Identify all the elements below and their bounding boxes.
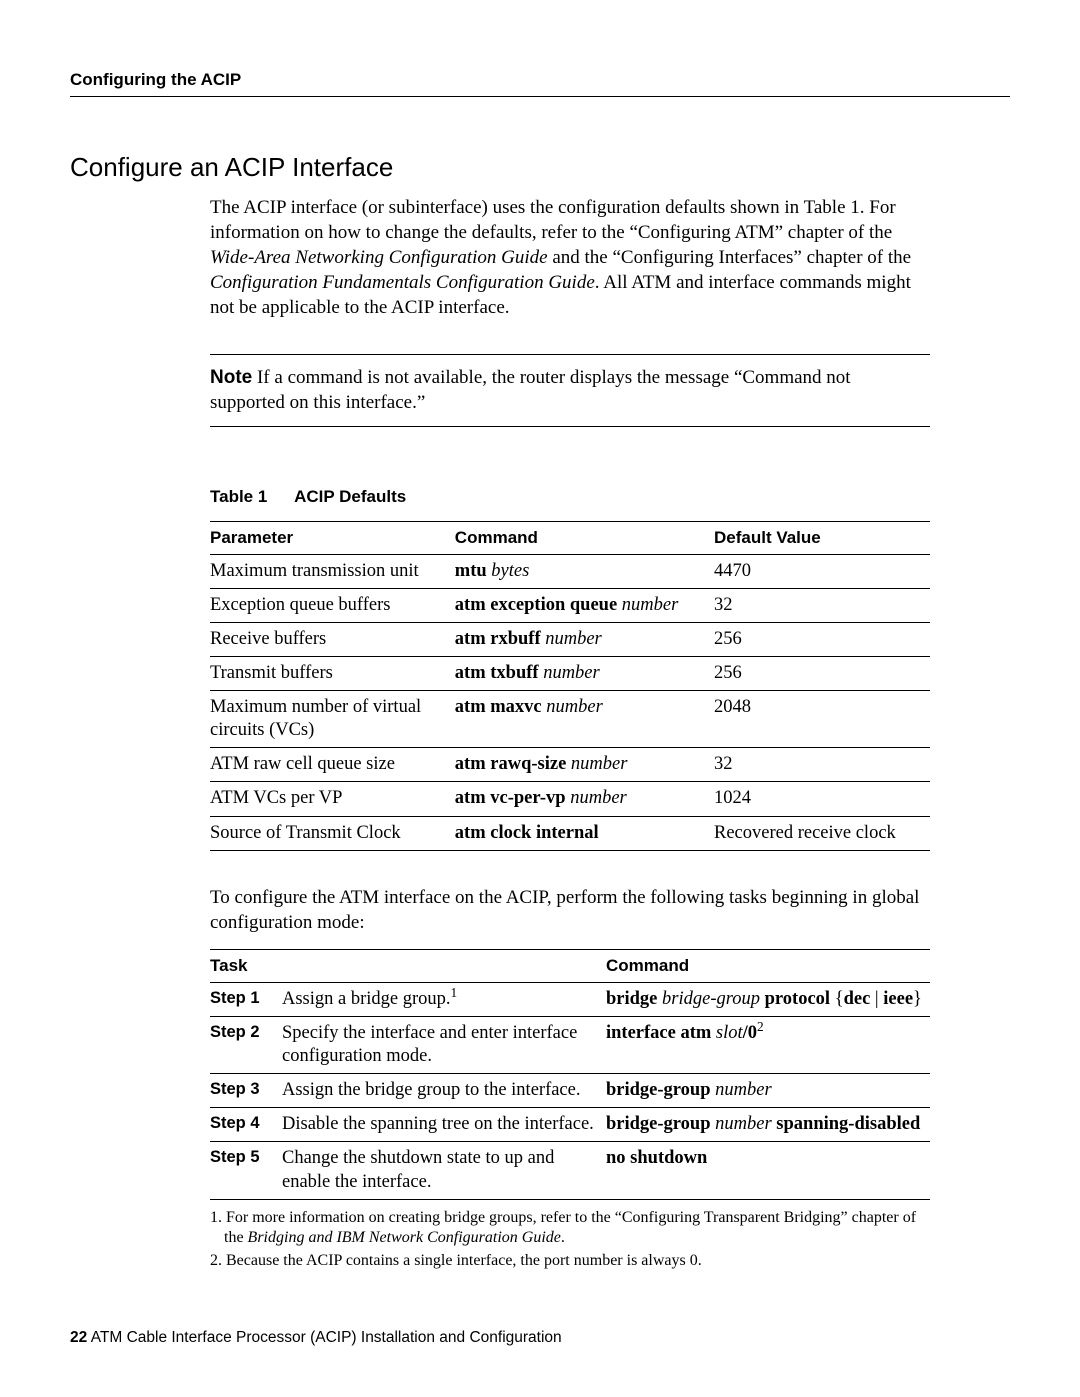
section-title: Configure an ACIP Interface [70, 152, 1010, 183]
table-row: Step 2Specify the interface and enter in… [210, 1016, 930, 1073]
table-row: Step 5Change the shutdown state to up an… [210, 1142, 930, 1199]
cell-default: Recovered receive clock [714, 816, 930, 850]
table-row: Step 1Assign a bridge group.1bridge brid… [210, 982, 930, 1016]
cell-parameter: Transmit buffers [210, 656, 455, 690]
note-text: If a command is not available, the route… [210, 367, 851, 413]
table-row: Transmit buffersatm txbuff number256 [210, 656, 930, 690]
table-row: Receive buffersatm rxbuff number256 [210, 622, 930, 656]
cell-command: atm clock internal [455, 816, 714, 850]
tasks-table: Task Command Step 1Assign a bridge group… [210, 949, 930, 1200]
cell-task-command: bridge bridge-group protocol {dec | ieee… [606, 982, 930, 1016]
table-row: Step 3Assign the bridge group to the int… [210, 1074, 930, 1108]
cell-parameter: Source of Transmit Clock [210, 816, 455, 850]
table1-caption-num: Table 1 [210, 487, 290, 507]
footnote-1-i: Bridging and IBM Network Configuration G… [248, 1229, 561, 1246]
cell-task: Disable the spanning tree on the interfa… [282, 1108, 606, 1142]
table-row: Maximum number of virtual circuits (VCs)… [210, 691, 930, 748]
cell-command: atm txbuff number [455, 656, 714, 690]
cell-task-command: bridge-group number spanning-disabled [606, 1108, 930, 1142]
cell-default: 256 [714, 656, 930, 690]
cell-default: 32 [714, 748, 930, 782]
cell-command: atm rawq-size number [455, 748, 714, 782]
intro-s1: The ACIP interface (or subinterface) use… [210, 197, 896, 243]
step-label: Step 1 [210, 982, 282, 1016]
step-label: Step 3 [210, 1074, 282, 1108]
cell-task: Assign the bridge group to the interface… [282, 1074, 606, 1108]
footer-title: ATM Cable Interface Processor (ACIP) Ins… [87, 1329, 561, 1346]
table-row: ATM raw cell queue sizeatm rawq-size num… [210, 748, 930, 782]
cell-default: 2048 [714, 691, 930, 748]
th-parameter: Parameter [210, 521, 455, 554]
th-task: Task [210, 949, 606, 982]
cell-parameter: ATM raw cell queue size [210, 748, 455, 782]
intro-i1: Wide-Area Networking Configuration Guide [210, 247, 548, 268]
cell-task: Specify the interface and enter interfac… [282, 1016, 606, 1073]
cell-parameter: ATM VCs per VP [210, 782, 455, 816]
step-label: Step 4 [210, 1108, 282, 1142]
table1-caption: Table 1 ACIP Defaults [210, 487, 930, 507]
step-label: Step 2 [210, 1016, 282, 1073]
table-row: Source of Transmit Clockatm clock intern… [210, 816, 930, 850]
cell-command: atm exception queue number [455, 588, 714, 622]
cell-default: 32 [714, 588, 930, 622]
page: Configuring the ACIP Configure an ACIP I… [0, 0, 1080, 1397]
th-default: Default Value [714, 521, 930, 554]
footnote-1: 1. For more information on creating brid… [210, 1208, 930, 1249]
intro-i2: Configuration Fundamentals Configuration… [210, 272, 595, 293]
cell-command: atm rxbuff number [455, 622, 714, 656]
table-row: ATM VCs per VPatm vc-per-vp number1024 [210, 782, 930, 816]
cell-command: atm maxvc number [455, 691, 714, 748]
cell-task-command: bridge-group number [606, 1074, 930, 1108]
cell-command: atm vc-per-vp number [455, 782, 714, 816]
footnote-2: 2. Because the ACIP contains a single in… [210, 1251, 930, 1271]
page-number: 22 [70, 1329, 87, 1346]
cell-task: Change the shutdown state to up and enab… [282, 1142, 606, 1199]
cell-task-command: interface atm slot/02 [606, 1016, 930, 1073]
cell-parameter: Exception queue buffers [210, 588, 455, 622]
cell-parameter: Receive buffers [210, 622, 455, 656]
table-row: Step 4Disable the spanning tree on the i… [210, 1108, 930, 1142]
intro-paragraph: The ACIP interface (or subinterface) use… [210, 195, 930, 320]
note-block: Note If a command is not available, the … [210, 354, 930, 426]
cell-parameter: Maximum transmission unit [210, 554, 455, 588]
note-label: Note [210, 367, 252, 388]
th-command: Command [455, 521, 714, 554]
step-label: Step 5 [210, 1142, 282, 1199]
footnote-1-post: . [561, 1229, 565, 1246]
table-row: Exception queue buffersatm exception que… [210, 588, 930, 622]
footnotes: 1. For more information on creating brid… [210, 1208, 930, 1271]
cell-parameter: Maximum number of virtual circuits (VCs) [210, 691, 455, 748]
running-head: Configuring the ACIP [70, 70, 1010, 97]
table-row: Maximum transmission unitmtu bytes4470 [210, 554, 930, 588]
th-task-command: Command [606, 949, 930, 982]
cell-default: 1024 [714, 782, 930, 816]
intro-s2: and the “Configuring Interfaces” chapter… [548, 247, 911, 268]
acip-defaults-table: Parameter Command Default Value Maximum … [210, 521, 930, 851]
cell-default: 256 [714, 622, 930, 656]
cell-task-command: no shutdown [606, 1142, 930, 1199]
cell-default: 4470 [714, 554, 930, 588]
table1-caption-title: ACIP Defaults [294, 487, 406, 506]
cell-command: mtu bytes [455, 554, 714, 588]
after-table-paragraph: To configure the ATM interface on the AC… [210, 885, 930, 935]
cell-task: Assign a bridge group.1 [282, 982, 606, 1016]
page-footer: 22 ATM Cable Interface Processor (ACIP) … [70, 1329, 562, 1347]
body-block: The ACIP interface (or subinterface) use… [210, 195, 930, 1271]
